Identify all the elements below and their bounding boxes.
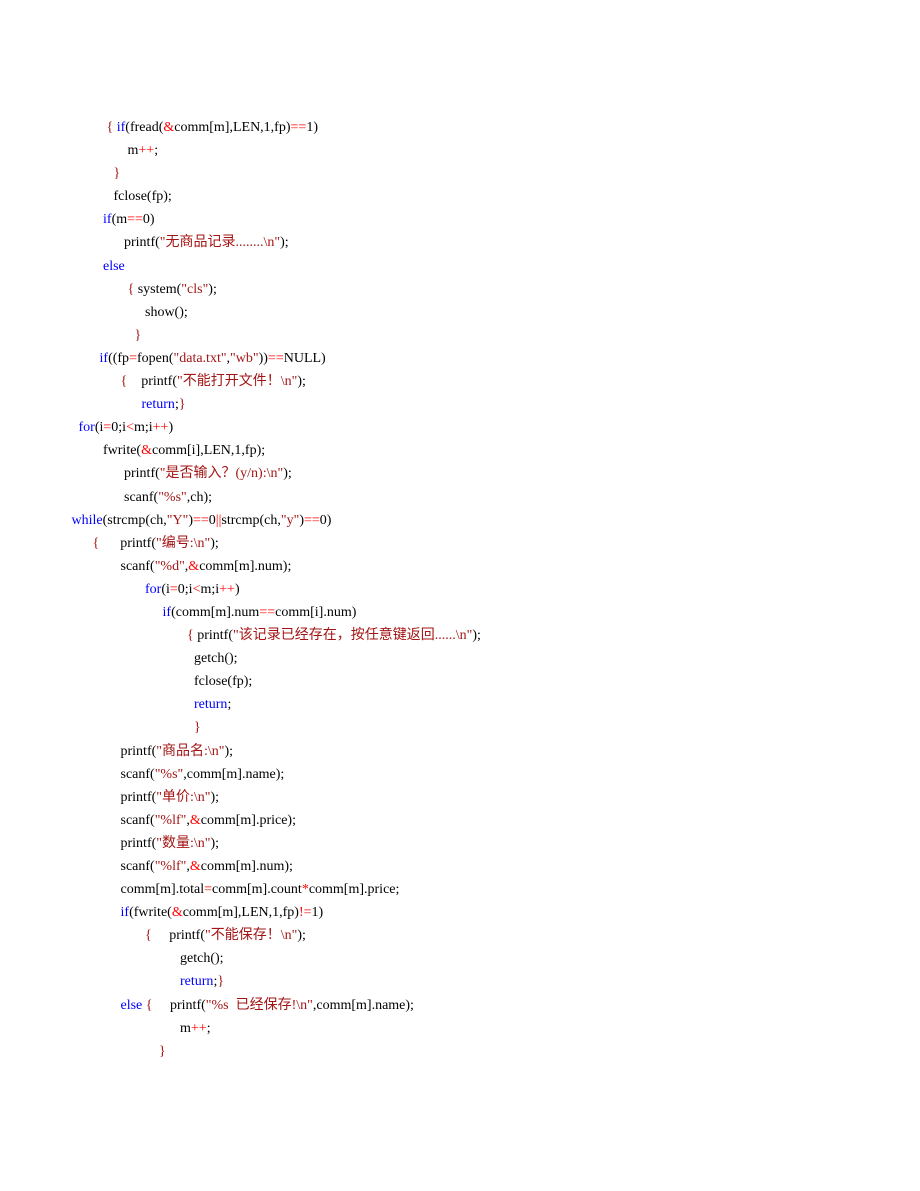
page-container: { if(fread(&comm[m],LEN,1,fp)==1) m++; }… (0, 0, 920, 1123)
code-block: { if(fread(&comm[m],LEN,1,fp)==1) m++; }… (40, 116, 880, 1063)
